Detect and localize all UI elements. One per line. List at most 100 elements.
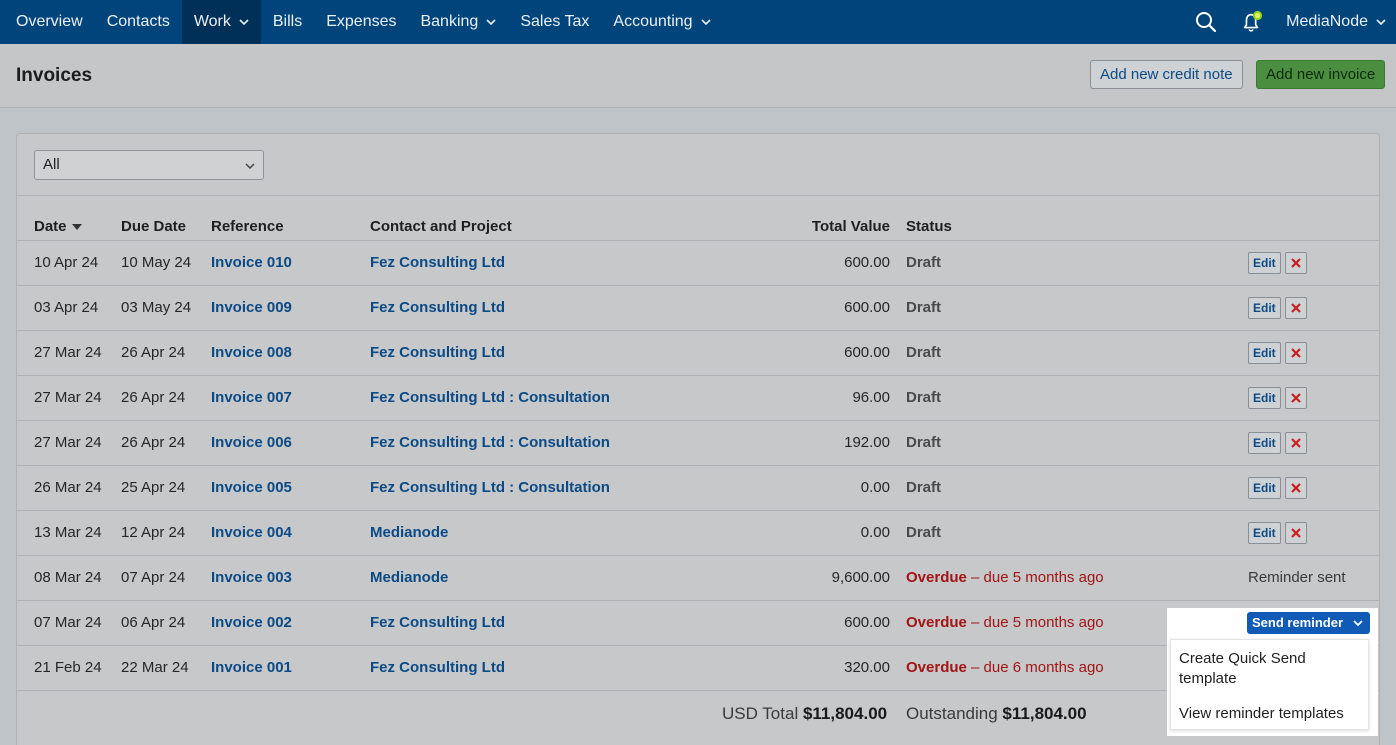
usd-total-value: $11,804.00 [802,704,888,723]
send-reminder-button[interactable]: Send reminder [1247,612,1370,634]
reminder-sent-label: Reminder sent [1248,569,1346,586]
invoice-reference-link[interactable]: Invoice 009 [211,299,292,316]
contact-link[interactable]: Medianode [370,524,448,541]
cell-total: 600.00 [844,344,890,361]
invoice-reference-link[interactable]: Invoice 001 [211,659,292,676]
edit-button[interactable]: Edit [1248,432,1281,454]
contact-link[interactable]: Fez Consulting Ltd : Consultation [370,479,610,496]
cell-due-date: 10 May 24 [121,254,192,271]
nav-item-work[interactable]: Work [181,0,261,44]
delete-button[interactable] [1285,342,1307,364]
add-invoice-button[interactable]: Add new invoice [1256,60,1386,89]
table-row[interactable]: 27 Mar 24 26 Apr 24 Invoice 007 Fez Consult… [17,376,1379,421]
table-row[interactable]: 13 Mar 24 12 Apr 24 Invoice 004 Medianode 0.… [17,511,1379,556]
contact-link[interactable]: Fez Consulting Ltd [370,614,505,631]
menu-item-create-quick-send-template[interactable]: Create Quick Send template [1179,649,1329,689]
invoice-reference-link[interactable]: Invoice 002 [211,614,292,631]
status-badge: Overdue – due 5 months ago [906,614,1104,631]
cell-total: 600.00 [844,254,890,271]
nav-item-contacts[interactable]: Contacts [95,0,182,44]
column-header-status[interactable]: Status [906,218,952,235]
edit-button[interactable]: Edit [1248,252,1281,274]
column-header-total[interactable]: Total Value [770,218,890,235]
chevron-down-icon [1353,618,1363,628]
close-icon [1291,483,1301,493]
status-badge: Overdue – due 6 months ago [906,659,1104,676]
contact-link[interactable]: Fez Consulting Ltd [370,299,505,316]
nav-item-overview[interactable]: Overview [0,0,95,44]
column-label: Date [34,218,67,235]
status-label: Overdue [906,614,967,631]
chevron-down-icon [700,17,711,27]
delete-button[interactable] [1285,522,1307,544]
cell-due-date: 26 Apr 24 [121,389,186,406]
sort-desc-icon [71,224,82,230]
account-menu[interactable]: MediaNode [1286,13,1386,31]
status-filter-select[interactable]: All [34,150,264,180]
edit-button[interactable]: Edit [1248,387,1281,409]
cell-total: 0.00 [860,479,890,496]
nav-item-accounting[interactable]: Accounting [601,0,722,44]
table-row[interactable]: 27 Mar 24 26 Apr 24 Invoice 008 Fez Consult… [17,331,1379,376]
usd-total: USD Total $11,804.00 [722,704,887,724]
edit-button[interactable]: Edit [1248,522,1281,544]
status-badge: Draft [906,344,942,361]
nav-item-bills[interactable]: Bills [261,0,314,44]
table-row[interactable]: 26 Mar 24 25 Apr 24 Invoice 005 Fez Consult… [17,466,1379,511]
nav-item-label: Banking [420,13,479,30]
delete-button[interactable] [1285,387,1307,409]
edit-button[interactable]: Edit [1248,342,1281,364]
cell-date: 21 Feb 24 [34,659,102,676]
table-row[interactable]: 27 Mar 24 26 Apr 24 Invoice 006 Fez Consult… [17,421,1379,466]
invoice-reference-link[interactable]: Invoice 004 [211,524,292,541]
invoice-reference-link[interactable]: Invoice 008 [211,344,292,361]
delete-button[interactable] [1285,297,1307,319]
nav-item-label: Expenses [326,13,397,30]
chevron-down-icon [1376,17,1386,27]
column-header-contact[interactable]: Contact and Project [370,218,512,235]
contact-link[interactable]: Fez Consulting Ltd [370,254,505,271]
edit-button[interactable]: Edit [1248,477,1281,499]
status-detail: – due 6 months ago [966,659,1104,676]
nav-item-label: Contacts [106,13,170,30]
notification-bell-icon[interactable] [1240,10,1264,34]
table-row[interactable]: 08 Mar 24 07 Apr 24 Invoice 003 Medianode 9,… [17,556,1379,601]
nav-item-sales-tax[interactable]: Sales Tax [508,0,601,44]
contact-link[interactable]: Fez Consulting Ltd : Consultation [370,434,610,451]
cell-date: 13 Mar 24 [34,524,102,541]
nav-item-banking[interactable]: Banking [408,0,508,44]
search-icon[interactable] [1194,10,1218,34]
nav-item-expenses[interactable]: Expenses [314,0,408,44]
chevron-down-icon [239,17,249,27]
menu-item-view-reminder-templates[interactable]: View reminder templates [1179,704,1344,724]
invoice-reference-link[interactable]: Invoice 005 [211,479,292,496]
invoice-reference-link[interactable]: Invoice 003 [211,569,292,586]
column-header-due-date[interactable]: Due Date [121,218,186,235]
chevron-down-icon [245,161,255,171]
cell-due-date: 12 Apr 24 [121,524,186,541]
contact-link[interactable]: Fez Consulting Ltd : Consultation [370,389,610,406]
status-label: Overdue [906,659,967,676]
invoice-reference-link[interactable]: Invoice 006 [211,434,292,451]
cell-due-date: 03 May 24 [121,299,192,316]
add-credit-note-button[interactable]: Add new credit note [1090,60,1243,89]
delete-button[interactable] [1285,477,1307,499]
cell-date: 27 Mar 24 [34,434,102,451]
invoice-reference-link[interactable]: Invoice 010 [211,254,292,271]
table-row[interactable]: 03 Apr 24 03 May 24 Invoice 009 Fez Consult… [17,286,1379,331]
column-header-date[interactable]: Date [34,218,82,235]
delete-button[interactable] [1285,432,1307,454]
contact-link[interactable]: Fez Consulting Ltd [370,659,505,676]
status-badge: Draft [906,299,942,316]
invoice-reference-link[interactable]: Invoice 007 [211,389,292,406]
contact-link[interactable]: Fez Consulting Ltd [370,344,505,361]
cell-due-date: 25 Apr 24 [121,479,186,496]
table-row[interactable]: 10 Apr 24 10 May 24 Invoice 010 Fez Consult… [17,241,1379,286]
column-header-reference[interactable]: Reference [211,218,284,235]
cell-due-date: 26 Apr 24 [121,434,186,451]
contact-link[interactable]: Medianode [370,569,448,586]
close-icon [1291,438,1301,448]
delete-button[interactable] [1285,252,1307,274]
status-badge: Draft [906,389,942,406]
edit-button[interactable]: Edit [1248,297,1281,319]
